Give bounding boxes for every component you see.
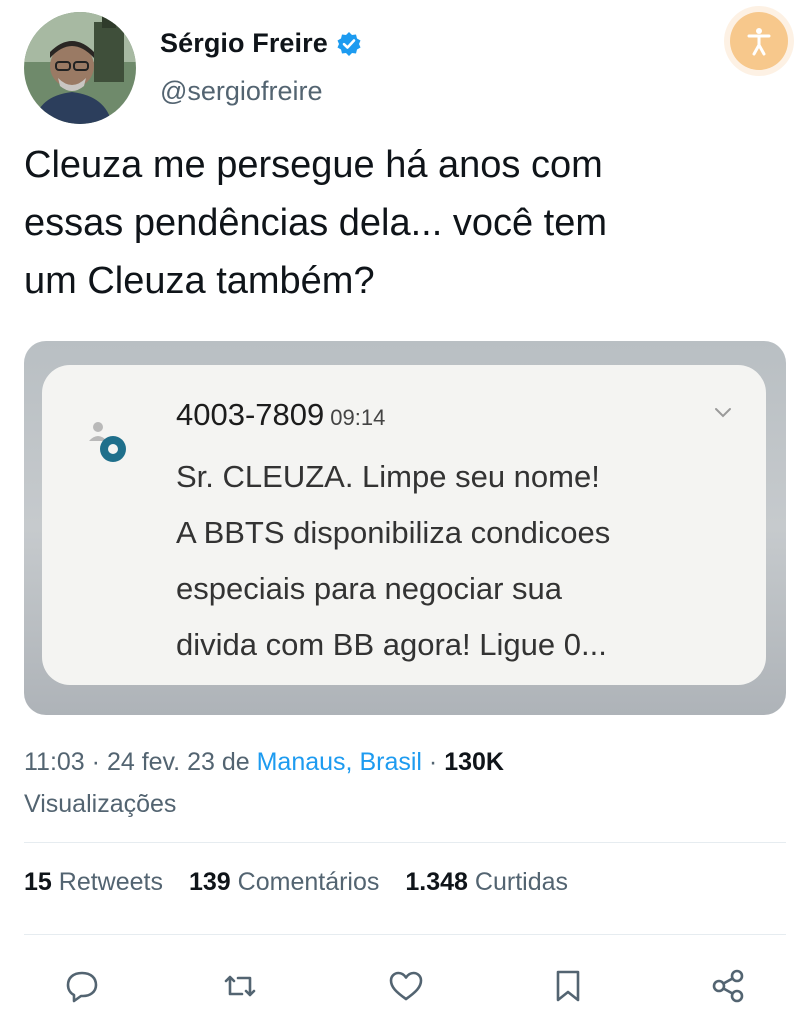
accessibility-icon — [730, 12, 788, 70]
display-name[interactable]: Sérgio Freire — [160, 28, 328, 59]
tweet-text-line: um Cleuza também? — [24, 260, 375, 302]
share-icon[interactable] — [708, 966, 748, 1006]
tweet-text: Cleuza me persegue há anos com essas pen… — [24, 136, 794, 310]
tweet-meta: 11:03 · 24 fev. 23 de Manaus, Brasil · 1… — [24, 748, 504, 818]
avatar[interactable] — [24, 12, 136, 124]
notification-line: Sr. CLEUZA. Limpe seu nome! — [176, 459, 600, 494]
tweet-time[interactable]: 11:03 — [24, 748, 85, 776]
accessibility-button[interactable] — [708, 0, 810, 82]
name-row: Sérgio Freire — [160, 28, 362, 59]
tweet-text-line: essas pendências dela... você tem — [24, 202, 608, 244]
likes-count: 1.348 — [405, 868, 468, 896]
chevron-down-icon — [712, 401, 734, 423]
tweet-actions — [0, 958, 810, 1014]
messages-app-icon — [86, 415, 136, 485]
tweet-text-line: Cleuza me persegue há anos com — [24, 144, 603, 186]
location-prefix: de — [221, 748, 250, 776]
notification-line: A BBTS disponibiliza condicoes — [176, 515, 611, 550]
sender-number: 4003-7809 — [176, 397, 325, 432]
divider — [24, 842, 786, 843]
verified-badge-icon — [336, 31, 362, 57]
views-count: 130K — [444, 748, 504, 776]
notification-body: Sr. CLEUZA. Limpe seu nome! A BBTS dispo… — [176, 449, 736, 673]
notification-line: especiais para negociar sua — [176, 571, 563, 606]
tweet-media-image[interactable]: 4003-7809 09:14 Sr. CLEUZA. Limpe seu nom… — [24, 341, 786, 715]
likes-label: Curtidas — [474, 868, 568, 896]
notification-line: divida com BB agora! Ligue 0... — [176, 627, 607, 662]
divider — [24, 934, 786, 935]
comments-stat[interactable]: 139 Comentários — [189, 868, 379, 897]
sms-notification-card: 4003-7809 09:14 Sr. CLEUZA. Limpe seu nom… — [42, 365, 766, 685]
retweets-stat[interactable]: 15 Retweets — [24, 868, 163, 897]
retweets-count: 15 — [24, 868, 52, 896]
tweet-header: Sérgio Freire @sergiofreire — [0, 0, 810, 130]
like-icon[interactable] — [386, 966, 426, 1006]
notification-time: 09:14 — [330, 405, 386, 430]
retweets-label: Retweets — [58, 868, 163, 896]
handle[interactable]: @sergiofreire — [160, 76, 322, 107]
tweet-stats: 15 Retweets 139 Comentários 1.348 Curtid… — [24, 868, 594, 897]
views-label: Visualizações — [24, 790, 177, 818]
notification-sender: 4003-7809 09:14 — [176, 397, 385, 433]
location-link[interactable]: Manaus, Brasil — [257, 748, 422, 776]
comments-label: Comentários — [237, 868, 380, 896]
likes-stat[interactable]: 1.348 Curtidas — [405, 868, 568, 897]
reply-icon[interactable] — [62, 966, 102, 1006]
comments-count: 139 — [188, 868, 231, 896]
tweet-date[interactable]: 24 fev. 23 — [107, 748, 215, 776]
retweet-icon[interactable] — [220, 966, 260, 1006]
bookmark-icon[interactable] — [548, 966, 588, 1006]
